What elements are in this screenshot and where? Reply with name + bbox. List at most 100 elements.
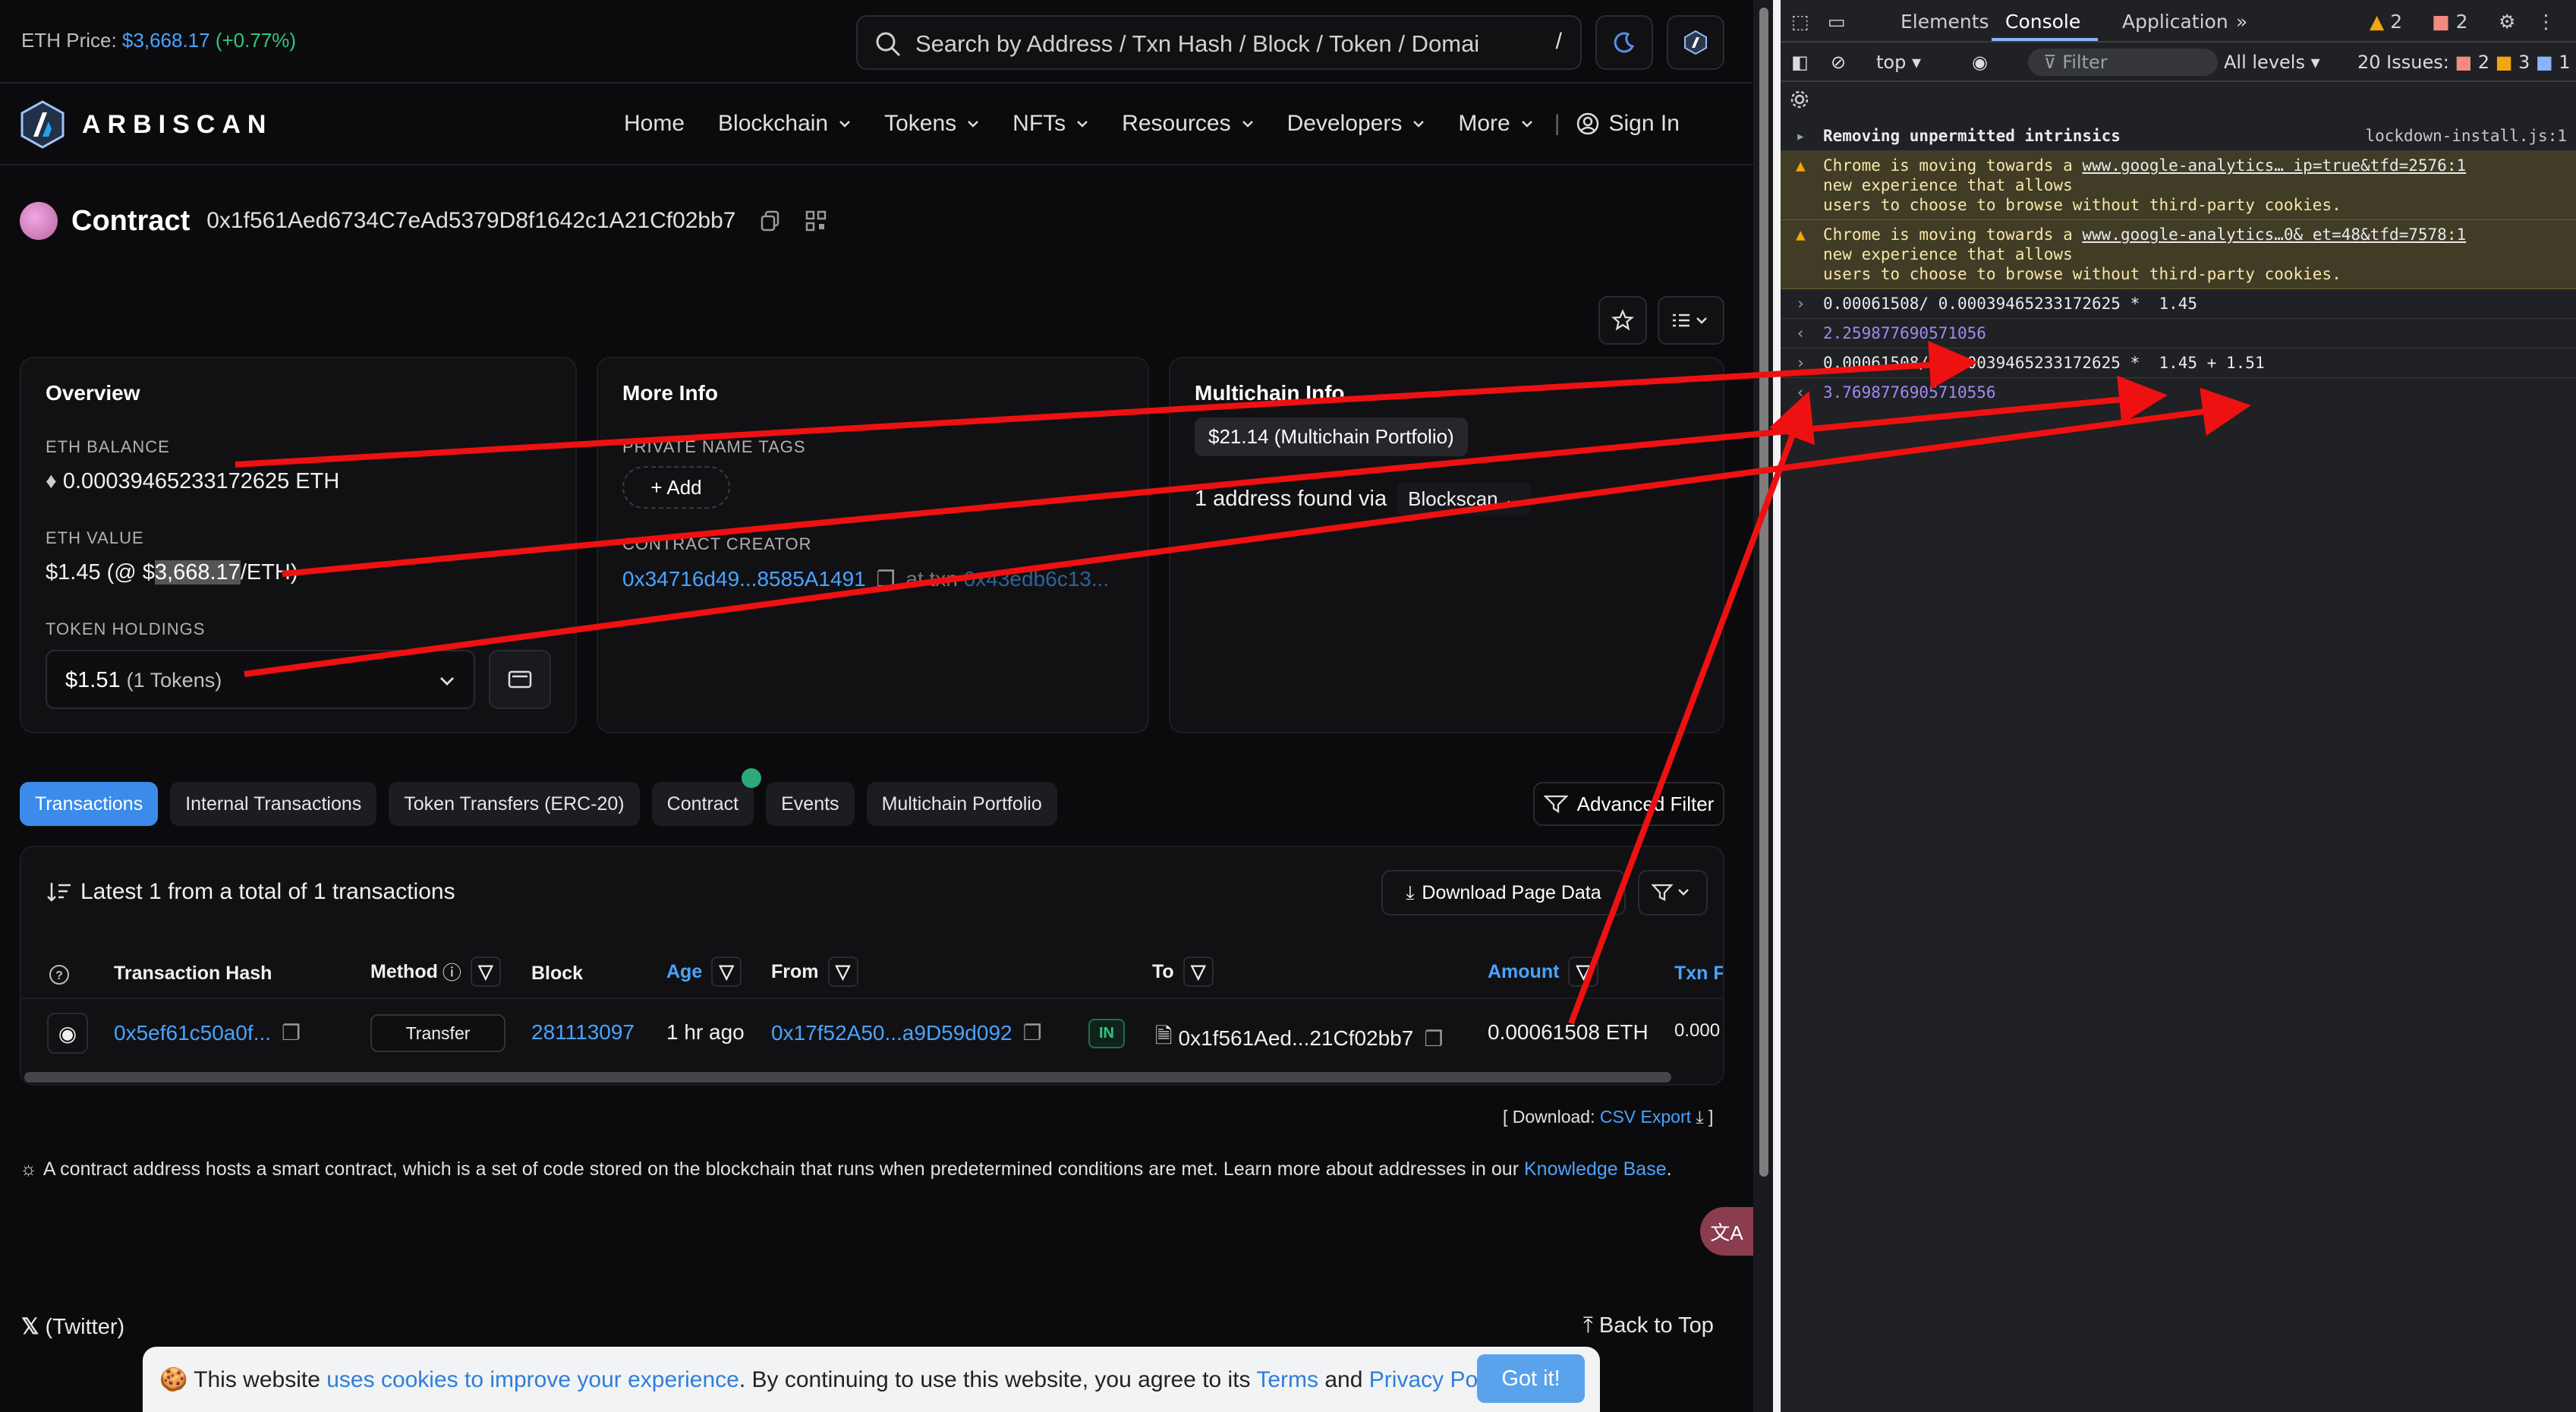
copy-icon[interactable]: ❐ (1023, 1020, 1042, 1045)
from-filter-icon[interactable]: ▽ (827, 957, 858, 987)
from-address-link[interactable]: 0x17f52A50...a9D59d092 (771, 1021, 1012, 1045)
col-block: Block (531, 963, 584, 984)
warnings-count[interactable]: ▲ 2 (2370, 11, 2402, 33)
search-input[interactable]: Search by Address / Txn Hash / Block / T… (856, 15, 1582, 70)
back-to-top-link[interactable]: ⤒ Back to Top (1583, 1313, 1714, 1338)
nav-nfts-label: NFTs (1012, 111, 1066, 136)
wallet-button[interactable] (489, 650, 551, 709)
console-result-line: ‹ 2.259877690571056 (1781, 319, 2576, 348)
col-age-label: Age (666, 960, 703, 982)
twitter-link[interactable]: 𝕏 (Twitter) (21, 1313, 124, 1340)
csv-export-link[interactable]: CSV Export (1600, 1107, 1691, 1127)
advanced-filter-button[interactable]: Advanced Filter (1533, 782, 1724, 826)
add-tag-button[interactable]: + Add (622, 466, 730, 509)
col-txn-fee[interactable]: Txn Fe (1674, 963, 1723, 985)
method-filter-icon[interactable]: ▽ (470, 957, 501, 987)
block-link[interactable]: 281113097 (531, 1020, 635, 1045)
tab-application[interactable]: Application (2122, 11, 2228, 33)
knowledge-base-link[interactable]: Knowledge Base (1524, 1158, 1667, 1180)
blockscan-dropdown[interactable]: Blockscan ⌄ (1397, 483, 1531, 515)
nav-more[interactable]: More (1458, 111, 1532, 137)
issues-button[interactable]: 20 Issues: ■ 2 ■ 3 ■ 1 (2357, 52, 2571, 73)
download-page-data-button[interactable]: ⤓ Download Page Data (1381, 870, 1626, 916)
devtools-divider[interactable] (1773, 0, 1781, 1412)
eye-icon[interactable]: ◉ (1972, 52, 1988, 73)
transactions-summary-text: Latest 1 from a total of 1 transactions (80, 879, 455, 904)
context-select[interactable]: top ▾ (1876, 52, 1921, 73)
copy-icon[interactable]: ❐ (282, 1020, 301, 1045)
network-button[interactable] (1667, 15, 1724, 70)
qr-code-icon[interactable] (805, 210, 827, 232)
copy-icon[interactable] (759, 210, 782, 232)
gear-icon[interactable]: ⚙ (2499, 11, 2515, 33)
copy-icon[interactable]: ❐ (1424, 1026, 1443, 1051)
horizontal-scrollbar[interactable] (24, 1072, 1671, 1083)
to-filter-icon[interactable]: ▽ (1183, 957, 1214, 987)
sidebar-toggle-icon[interactable]: ◧ (1791, 52, 1809, 73)
got-it-button[interactable]: Got it! (1477, 1354, 1585, 1403)
device-toolbar-icon[interactable]: ▭ (1828, 11, 1846, 33)
nav-resources-label: Resources (1122, 111, 1231, 136)
nav-developers[interactable]: Developers (1287, 111, 1425, 137)
warn1-source[interactable]: www.google-analytics… ip=true&tfd=2576:1 (2082, 156, 2466, 175)
translate-icon[interactable]: 文A (1700, 1207, 1753, 1256)
amount-filter-icon[interactable]: ▽ (1568, 957, 1599, 987)
txn-hash-link[interactable]: 0x5ef61c50a0f... (114, 1021, 271, 1045)
errors-count[interactable]: ■ 2 (2432, 11, 2467, 33)
tab-multichain-portfolio[interactable]: Multichain Portfolio (866, 782, 1057, 826)
tabs: Transactions Internal Transactions Token… (20, 768, 1069, 826)
search-placeholder: Search by Address / Txn Hash / Block / T… (915, 30, 1480, 57)
more-tabs-icon[interactable]: » (2236, 11, 2247, 33)
help-icon[interactable]: ? (49, 964, 70, 985)
tab-internal-transactions[interactable]: Internal Transactions (170, 782, 377, 826)
table-filter-button[interactable] (1638, 870, 1708, 916)
nav-more-label: More (1458, 111, 1510, 136)
info-icon: ⓘ (442, 963, 461, 984)
clear-console-icon[interactable]: ⊘ (1831, 52, 1846, 73)
expand-arrow-icon[interactable]: ▸ (1796, 126, 1806, 146)
favorite-button[interactable] (1598, 296, 1647, 345)
warn2-source[interactable]: www.google-analytics…0& et=48&tfd=7578:1 (2082, 225, 2466, 244)
console-filter-input[interactable]: ⊽ Filter (2028, 49, 2218, 76)
contract-address: 0x1f561Aed6734C7eAd5379D8f1642c1A21Cf02b… (206, 208, 736, 233)
theme-toggle-button[interactable] (1595, 15, 1653, 70)
tab-elements[interactable]: Elements (1901, 11, 1989, 33)
gear-icon[interactable] (1790, 90, 1809, 109)
nav-blockchain[interactable]: Blockchain (718, 111, 851, 137)
creator-address-link[interactable]: 0x34716d49...8585A1491 (622, 567, 866, 591)
tab-transactions[interactable]: Transactions (20, 782, 159, 826)
terms-link[interactable]: Terms (1256, 1367, 1318, 1392)
arbiscan-logo[interactable]: ARBISCAN (20, 100, 272, 149)
eye-icon[interactable]: ◉ (47, 1013, 88, 1054)
nav-tokens[interactable]: Tokens (884, 111, 979, 137)
more-options-button[interactable] (1658, 296, 1724, 345)
nav-nfts[interactable]: NFTs (1012, 111, 1088, 137)
levels-select[interactable]: All levels ▾ (2224, 52, 2320, 73)
token-holdings-dropdown[interactable]: $1.51 (1 Tokens) (46, 650, 475, 709)
page-scrollbar-thumb[interactable] (1759, 8, 1768, 1177)
overview-card: Overview ETH BALANCE ♦ 0.000394652331726… (20, 357, 577, 733)
kebab-menu-icon[interactable]: ⋮ (2537, 11, 2556, 33)
tab-token-transfers[interactable]: Token Transfers (ERC-20) (389, 782, 640, 826)
age-filter-icon[interactable]: ▽ (711, 957, 742, 987)
copy-icon[interactable]: ❐ (877, 567, 896, 591)
private-name-tags-label: PRIVATE NAME TAGS (622, 437, 806, 456)
creator-txn-link[interactable]: 0x43edb6c13... (964, 567, 1110, 591)
inspect-icon[interactable]: ⬚ (1791, 11, 1809, 33)
nav-resources[interactable]: Resources (1122, 111, 1253, 137)
col-age[interactable]: Age ▽ (666, 957, 742, 987)
tab-contract[interactable]: Contract (651, 768, 762, 826)
col-transaction-hash: Transaction Hash (114, 963, 272, 984)
contract-creator-label: CONTRACT CREATOR (622, 534, 812, 553)
tab-console[interactable]: Console (2005, 11, 2080, 33)
cookie-policy-link[interactable]: uses cookies to improve your experience (326, 1367, 739, 1392)
to-address[interactable]: 0x1f561Aed...21Cf02bb7 (1179, 1026, 1414, 1051)
nav-home[interactable]: Home (624, 111, 685, 137)
multichain-portfolio-badge[interactable]: $21.14 (Multichain Portfolio) (1195, 418, 1468, 456)
col-amount[interactable]: Amount ▽ (1488, 957, 1599, 987)
from-cell: 0x17f52A50...a9D59d092 ❐ (771, 1020, 1042, 1045)
sign-in-link[interactable]: Sign In (1576, 111, 1680, 137)
console-line-1-source[interactable]: lockdown-install.js:1 (2365, 126, 2567, 146)
eth-price-value[interactable]: $3,668.17 (122, 29, 210, 52)
tab-events[interactable]: Events (766, 782, 855, 826)
